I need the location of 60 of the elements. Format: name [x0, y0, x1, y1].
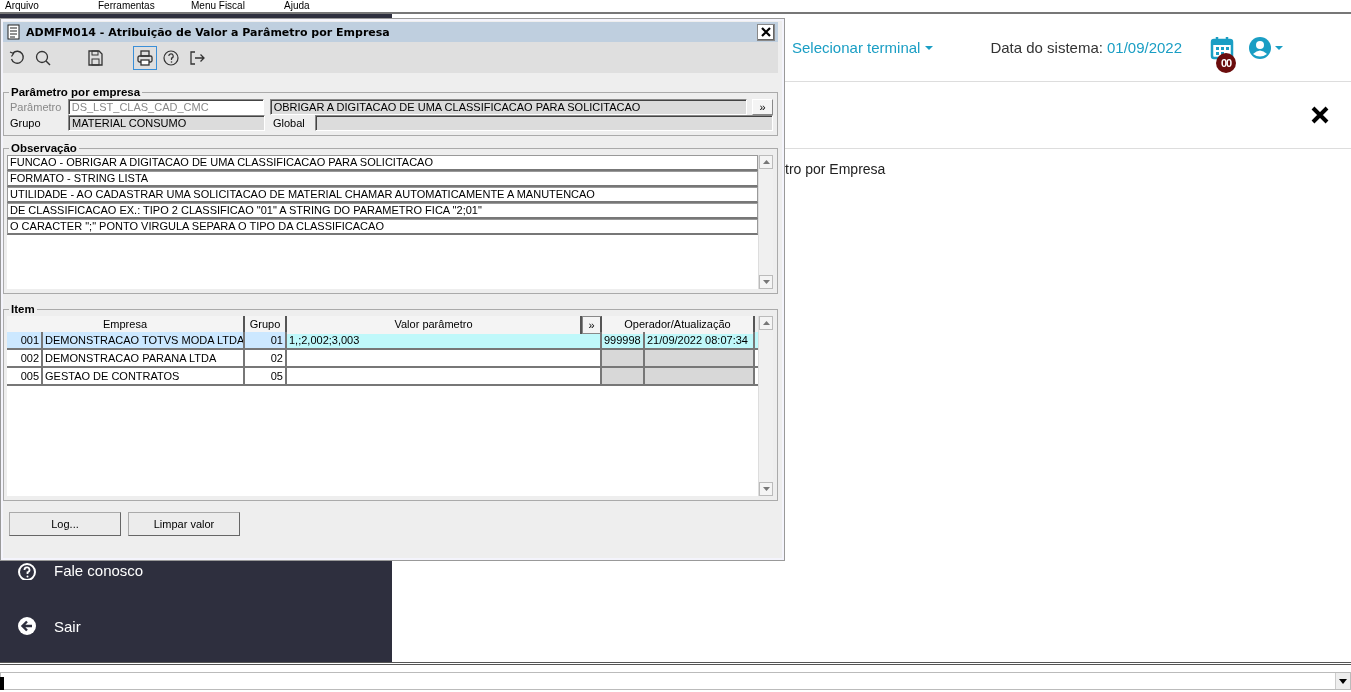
table-row[interactable]: 002 DEMONSTRACAO PARANA LTDA 02 [7, 350, 758, 368]
table-cell: 21/09/2022 08:07:34 [645, 332, 755, 348]
close-icon[interactable] [1311, 106, 1329, 124]
table-cell: 002 [7, 350, 43, 366]
dialog-button[interactable]: Log... [9, 512, 121, 536]
sidebar-item[interactable]: Fale conosco [0, 562, 392, 580]
undo-icon [8, 48, 26, 67]
down-arrow-icon[interactable] [762, 487, 770, 491]
exit-icon [188, 48, 206, 67]
user-menu[interactable] [1248, 35, 1284, 60]
notification-badge: 00 [1216, 52, 1237, 73]
dropdown-arrow-icon[interactable] [1339, 678, 1347, 684]
window-title: ADMFM014 - Atribuição de Valor a Parâmetro por Empresa [26, 25, 391, 39]
table-cell: 05 [245, 368, 287, 384]
command-field[interactable] [0, 672, 1351, 690]
up-arrow-icon[interactable] [762, 160, 770, 164]
group-title: Item [10, 303, 36, 315]
table-cell: 005 [7, 368, 43, 384]
table-cell: 1,;2,002;3,003 [287, 332, 602, 348]
expand-button[interactable]: » [582, 316, 602, 334]
column-header: Operador/Atualização [602, 316, 755, 334]
scrollbar[interactable] [758, 316, 773, 496]
help-icon [17, 562, 37, 580]
search-icon [34, 48, 52, 67]
description-field: OBRIGAR A DIGITACAO DE UMA CLASSIFICACAO PARA SOLICITACAO [269, 99, 748, 115]
close-icon [761, 27, 771, 37]
menu-item[interactable]: Ajuda [279, 0, 364, 12]
menu-item[interactable]: Ferramentas [93, 0, 178, 12]
table-row[interactable]: 005 GESTAO DE CONTRATOS 05 [7, 368, 758, 386]
table-cell: GESTAO DE CONTRATOS [43, 368, 245, 384]
help-icon [162, 48, 180, 67]
menu-item[interactable]: Arquivo [0, 0, 85, 12]
scrollbar[interactable] [758, 155, 773, 289]
date-value: 01/09/2022 [1106, 39, 1183, 56]
group-title: Parâmetro por empresa [10, 86, 142, 98]
field-label: Grupo [9, 117, 42, 129]
menu-item[interactable]: Menu Fiscal [186, 0, 271, 12]
printer-icon [136, 48, 154, 67]
text-cursor [0, 677, 4, 690]
column-header: Valor parâmetro [287, 316, 582, 334]
date-label: Data do sistema: [990, 39, 1103, 56]
table-cell: 999998 [602, 332, 645, 348]
up-arrow-icon[interactable] [762, 321, 770, 325]
sidebar-item[interactable]: Sair [0, 611, 392, 641]
down-arrow-icon[interactable] [762, 280, 770, 284]
page-title: tro por Empresa [785, 161, 886, 177]
field-label: Global [272, 117, 306, 129]
field-label: Parâmetro [9, 101, 63, 113]
more-button[interactable]: » [752, 99, 773, 115]
group-title: Observação [10, 142, 78, 154]
table-cell: DEMONSTRACAO PARANA LTDA [43, 350, 245, 366]
table-cell: 01 [245, 332, 287, 348]
group-field: MATERIAL CONSUMO [68, 115, 265, 131]
dialog-button[interactable]: Limpar valor [128, 512, 240, 536]
toolbar-button[interactable] [133, 45, 157, 70]
calendar-icon[interactable] [1210, 34, 1235, 61]
close-button[interactable] [757, 23, 775, 41]
table-cell: 001 [7, 332, 43, 348]
table-cell: 02 [245, 350, 287, 366]
document-icon [7, 24, 21, 40]
